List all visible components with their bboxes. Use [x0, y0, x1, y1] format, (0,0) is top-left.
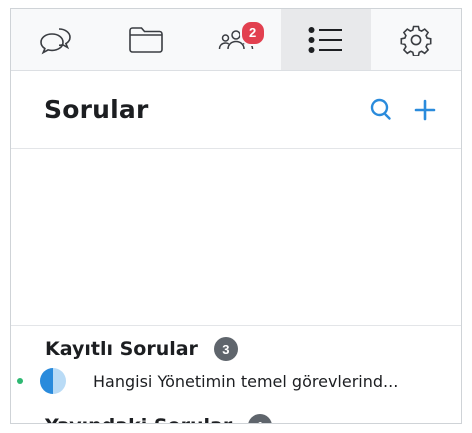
section-label: Yayındaki Sorular	[45, 415, 232, 423]
question-item[interactable]: Hangisi Yönetimin temel görevlerind...	[11, 361, 461, 401]
app-window: 2 Sorular Kayıtlı Sorular 3 Hangisi Yöne…	[10, 8, 462, 424]
header-actions	[369, 97, 437, 123]
chat-icon	[39, 25, 73, 55]
count-badge: 3	[213, 337, 238, 361]
question-sections: Kayıtlı Sorular 3 Yayındaki Sorular 1	[11, 149, 461, 423]
progress-pie-icon	[39, 367, 67, 395]
plus-icon	[414, 99, 436, 120]
tab-groups[interactable]: 2	[191, 9, 281, 70]
tab-bar: 2	[11, 9, 461, 71]
tab-chats[interactable]	[11, 9, 101, 70]
notification-badge: 2	[239, 20, 266, 46]
section-label: Kayıtlı Sorular	[45, 338, 198, 360]
add-button[interactable]	[413, 98, 437, 122]
tab-settings[interactable]	[371, 9, 461, 70]
saved-questions-section[interactable]: Kayıtlı Sorular 3	[45, 337, 238, 361]
published-questions-section[interactable]: Yayındaki Sorular 1	[45, 414, 273, 423]
search-icon	[370, 98, 391, 120]
list-icon	[308, 26, 344, 54]
count-badge: 1	[248, 414, 273, 423]
tab-folders[interactable]	[101, 9, 191, 70]
status-dot	[17, 378, 23, 384]
gear-icon	[400, 24, 432, 56]
tab-questions[interactable]	[281, 9, 371, 70]
folder-icon	[128, 26, 164, 54]
page-title: Sorular	[44, 95, 149, 124]
search-button[interactable]	[369, 97, 395, 123]
page-header: Sorular	[11, 71, 461, 149]
question-text: Hangisi Yönetimin temel görevlerind...	[93, 371, 399, 391]
